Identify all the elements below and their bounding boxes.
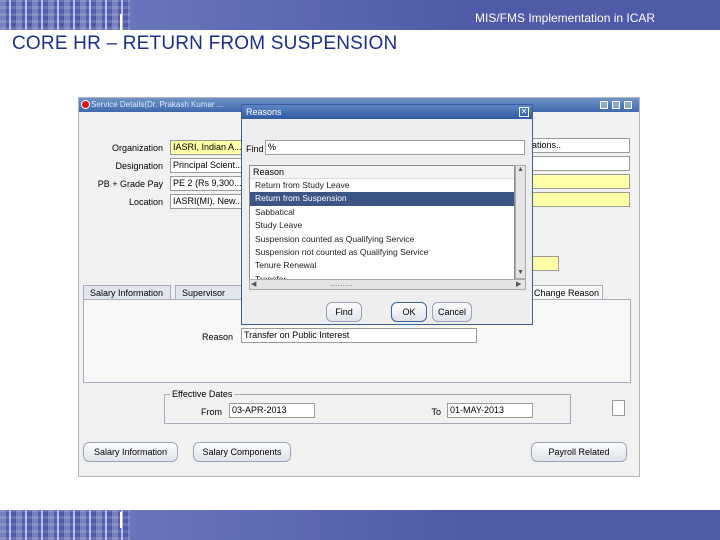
pb-grade-pay-field[interactable]: PE 2 (Rs 9,300...: [170, 176, 242, 191]
reason-label: Reason: [201, 332, 233, 342]
footer-band: [0, 510, 720, 540]
close-icon[interactable]: ✕: [519, 107, 529, 117]
to-label: To: [431, 407, 441, 417]
list-column-header: Reason: [250, 166, 514, 179]
location-field[interactable]: IASRI(MI), New...: [170, 194, 242, 209]
scroll-down-arrow-icon[interactable]: ▼: [517, 269, 524, 276]
flex-field-button[interactable]: [612, 400, 625, 416]
oracle-logo-icon: [81, 100, 90, 109]
ok-button[interactable]: OK: [391, 302, 427, 322]
right-field-5[interactable]: [531, 256, 559, 271]
find-button[interactable]: Find: [326, 302, 362, 322]
reasons-list: Reason Return from Study Leave Return fr…: [249, 165, 515, 290]
salary-information-button[interactable]: Salary Information: [83, 442, 178, 462]
right-info-field[interactable]: ations..: [529, 138, 630, 153]
minimize-icon[interactable]: [600, 101, 608, 109]
list-item[interactable]: Sabbatical: [250, 206, 514, 219]
reason-field[interactable]: Transfer on Public Interest: [241, 328, 477, 343]
scroll-thumb-grip[interactable]: .........: [330, 278, 353, 288]
scroll-left-arrow-icon[interactable]: ◀: [251, 280, 256, 288]
maximize-icon[interactable]: [612, 101, 620, 109]
vertical-scrollbar[interactable]: ▲ ▼: [515, 165, 526, 279]
footer-divider: [120, 512, 122, 528]
from-label: From: [201, 407, 222, 417]
organization-field[interactable]: IASRI, Indian A...: [170, 140, 242, 155]
header-band: MIS/FMS Implementation in ICAR: [0, 0, 720, 30]
tab-change-reason[interactable]: Change Reason: [527, 285, 603, 300]
header-texture: [0, 0, 130, 30]
right-field-2[interactable]: [529, 156, 630, 171]
right-field-3[interactable]: [529, 174, 630, 189]
tab-salary-information[interactable]: Salary Information: [83, 285, 171, 300]
cancel-button[interactable]: Cancel: [432, 302, 472, 322]
list-item[interactable]: Tenure Renewal: [250, 259, 514, 272]
list-item[interactable]: Suspension not counted as Qualifying Ser…: [250, 246, 514, 259]
find-field[interactable]: %: [265, 140, 525, 155]
footer-texture: [0, 510, 130, 540]
dialog-title-bar: Reasons ✕: [242, 105, 532, 119]
pb-grade-pay-label: PB + Grade Pay: [97, 179, 163, 189]
to-date-field[interactable]: 01-MAY-2013: [447, 403, 533, 418]
salary-components-button[interactable]: Salary Components: [193, 442, 291, 462]
list-item-selected[interactable]: Return from Suspension: [250, 192, 514, 206]
find-label: Find: [246, 144, 264, 154]
scroll-right-arrow-icon[interactable]: ▶: [516, 280, 521, 288]
designation-field[interactable]: Principal Scient...: [170, 158, 242, 173]
organization-label: Organization: [111, 143, 163, 153]
slide-title: CORE HR – RETURN FROM SUSPENSION: [12, 33, 398, 54]
header-divider: [120, 14, 122, 30]
window-close-icon[interactable]: [624, 101, 632, 109]
list-item[interactable]: Return from Study Leave: [250, 179, 514, 192]
location-label: Location: [128, 197, 163, 207]
reasons-dialog: Reasons ✕ Find % Reason Return from Stud…: [241, 104, 533, 325]
effective-dates-title: Effective Dates: [170, 389, 235, 399]
header-text: MIS/FMS Implementation in ICAR: [475, 11, 656, 25]
list-item[interactable]: Suspension counted as Qualifying Service: [250, 233, 514, 246]
from-date-field[interactable]: 03-APR-2013: [229, 403, 315, 418]
horizontal-scrollbar[interactable]: ◀ ......... ▶: [249, 278, 526, 290]
scroll-up-arrow-icon[interactable]: ▲: [517, 166, 524, 173]
designation-label: Designation: [115, 161, 163, 171]
list-item[interactable]: Study Leave: [250, 219, 514, 232]
tab-supervisor[interactable]: Supervisor: [175, 285, 245, 300]
dialog-title: Reasons: [246, 107, 282, 117]
payroll-related-button[interactable]: Payroll Related: [531, 442, 627, 462]
right-field-4[interactable]: [529, 192, 630, 207]
window-title: Service Details(Dr. Prakash Kumar ...: [91, 100, 224, 109]
